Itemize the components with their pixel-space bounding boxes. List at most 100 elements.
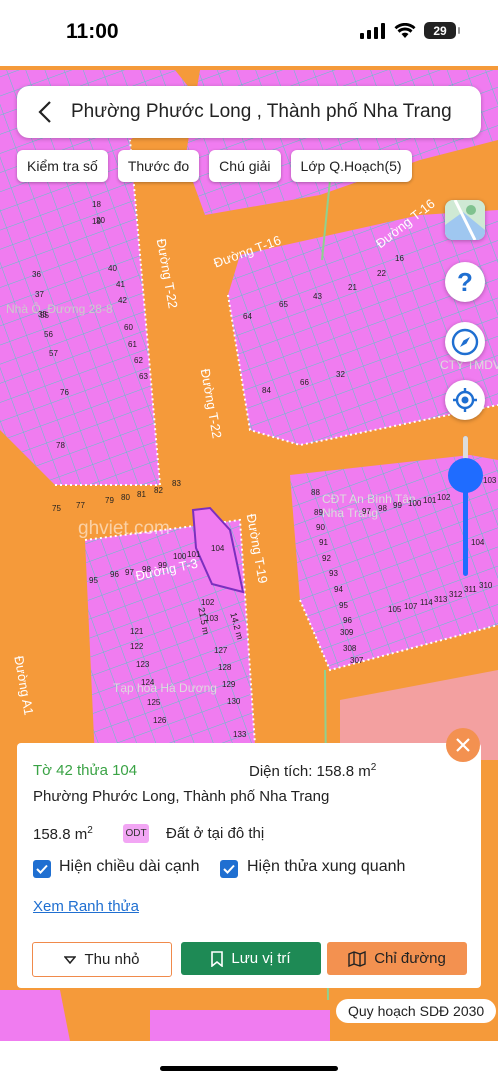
parcel-number: 107 bbox=[404, 602, 418, 611]
parcel-number: 310 bbox=[479, 581, 493, 590]
parcel-number: 42 bbox=[118, 296, 127, 305]
parcel-number: 91 bbox=[319, 538, 328, 547]
parcel-number: 61 bbox=[128, 340, 137, 349]
parcel-number: 20 bbox=[96, 216, 105, 225]
parcel-number: 84 bbox=[262, 386, 271, 395]
parcel-number: 41 bbox=[116, 280, 125, 289]
parcel-address: Phường Phước Long, Thành phố Nha Trang bbox=[33, 788, 330, 805]
parcel-number: 121 bbox=[130, 627, 144, 636]
search-header[interactable]: Phường Phước Long , Thành phố Nha Trang bbox=[17, 86, 481, 138]
close-panel-button[interactable] bbox=[446, 728, 480, 762]
compass-icon bbox=[451, 328, 479, 356]
parcel-number: 22 bbox=[377, 269, 386, 278]
parcel-number: 92 bbox=[322, 554, 331, 563]
parcel-number: 96 bbox=[343, 616, 352, 625]
parcel-number: 100 bbox=[408, 499, 422, 508]
parcel-number: 88 bbox=[311, 488, 320, 497]
parcel-number: 130 bbox=[227, 697, 241, 706]
parcel-number: 90 bbox=[316, 523, 325, 532]
save-location-button[interactable]: Lưu vị trí bbox=[181, 942, 321, 975]
parcel-number: 98 bbox=[142, 565, 151, 574]
parcel-number: 65 bbox=[279, 300, 288, 309]
parcel-number: 16 bbox=[395, 254, 404, 263]
parcel-number: 101 bbox=[423, 496, 437, 505]
parcel-number: 64 bbox=[243, 312, 252, 321]
parcel-number: 129 bbox=[222, 680, 236, 689]
parcel-number: 311 bbox=[464, 585, 477, 594]
status-icons: 29 bbox=[360, 22, 460, 39]
parcel-number: 63 bbox=[139, 372, 148, 381]
parcel-number: 124 bbox=[141, 678, 155, 687]
parcel-number: 93 bbox=[329, 569, 338, 578]
help-icon: ? bbox=[457, 266, 473, 297]
parcel-number: 99 bbox=[158, 561, 167, 570]
parcel-number: 312 bbox=[449, 590, 463, 599]
parcel-number: 102 bbox=[201, 598, 215, 607]
triangle-down-icon bbox=[64, 955, 77, 964]
parcel-number: 77 bbox=[76, 501, 85, 510]
parcel-number: 133 bbox=[233, 730, 247, 739]
parcel-number: 102 bbox=[437, 493, 451, 502]
view-boundary-link[interactable]: Xem Ranh thửa bbox=[33, 898, 139, 915]
parcel-number: 105 bbox=[388, 605, 402, 614]
show-neighbors-label: Hiện thửa xung quanh bbox=[247, 858, 406, 875]
parcel-number: 95 bbox=[339, 601, 348, 610]
parcel-number: 89 bbox=[314, 508, 323, 517]
parcel-number: 18 bbox=[92, 200, 101, 209]
parcel-number: 128 bbox=[218, 663, 232, 672]
plan-layer-button[interactable]: Lớp Q.Hoạch(5) bbox=[290, 150, 412, 182]
status-time: 11:00 bbox=[66, 20, 119, 43]
parcel-number: 56 bbox=[44, 330, 53, 339]
parcel-number: 83 bbox=[172, 479, 181, 488]
map-toolbar: Kiểm tra số Thước đo Chú giải Lớp Q.Hoạc… bbox=[17, 150, 412, 182]
landuse-name: Đất ở tại đô thị bbox=[166, 825, 265, 842]
show-neighbors-checkbox[interactable] bbox=[220, 860, 238, 878]
parcel-number: 36 bbox=[32, 270, 41, 279]
directions-button[interactable]: Chỉ đường bbox=[327, 942, 467, 975]
plan-year-badge[interactable]: Quy hoạch SDĐ 2030 bbox=[336, 999, 497, 1023]
parcel-area-value: 158.8 m2 bbox=[33, 825, 93, 843]
my-location-button[interactable] bbox=[445, 380, 485, 420]
parcel-number: 96 bbox=[110, 570, 119, 579]
parcel-number: 21 bbox=[348, 283, 357, 292]
parcel-number: 95 bbox=[89, 576, 98, 585]
parcel-number: 37 bbox=[35, 290, 44, 299]
parcel-number: 80 bbox=[121, 493, 130, 502]
locate-icon bbox=[453, 388, 477, 412]
parcel-number: 103 bbox=[483, 476, 497, 485]
parcel-number: 104 bbox=[211, 544, 225, 553]
parcel-number: 81 bbox=[137, 490, 146, 499]
landuse-code-badge: ODT bbox=[123, 824, 149, 843]
parcel-number: 101 bbox=[187, 550, 201, 559]
parcel-number: 123 bbox=[136, 660, 150, 669]
measure-button[interactable]: Thước đo bbox=[117, 150, 200, 182]
parcel-number: 40 bbox=[108, 264, 117, 273]
check-icon bbox=[223, 864, 235, 874]
show-edge-length-checkbox[interactable] bbox=[33, 860, 51, 878]
legend-button[interactable]: Chú giải bbox=[209, 150, 281, 182]
zoom-slider-handle[interactable] bbox=[448, 458, 483, 493]
map-type-button[interactable] bbox=[445, 200, 485, 240]
directions-label: Chỉ đường bbox=[374, 950, 446, 967]
home-indicator[interactable] bbox=[160, 1066, 338, 1071]
parcel-number: 99 bbox=[393, 501, 402, 510]
parcel-number: 122 bbox=[130, 642, 144, 651]
battery-level: 29 bbox=[433, 23, 447, 38]
parcel-number: 127 bbox=[214, 646, 228, 655]
compass-button[interactable] bbox=[445, 322, 485, 362]
parcel-number: 43 bbox=[313, 292, 322, 301]
parcel-number: 100 bbox=[173, 552, 187, 561]
collapse-button[interactable]: Thu nhỏ bbox=[32, 942, 172, 977]
area-text: Diện tích: 158.8 m bbox=[249, 763, 371, 780]
parcel-number: 114 bbox=[420, 598, 433, 607]
parcel-number: 104 bbox=[471, 538, 485, 547]
bottom-bar bbox=[0, 1041, 498, 1080]
status-bar: 11:00 29 bbox=[0, 0, 498, 66]
help-button[interactable]: ? bbox=[445, 262, 485, 302]
back-arrow-icon[interactable] bbox=[27, 94, 63, 130]
battery-icon: 29 bbox=[424, 22, 460, 39]
check-number-button[interactable]: Kiểm tra số bbox=[17, 150, 108, 182]
parcel-number: 94 bbox=[334, 585, 343, 594]
area-value-text: 158.8 m bbox=[33, 826, 88, 843]
watermark: ghviet.com bbox=[78, 518, 170, 539]
